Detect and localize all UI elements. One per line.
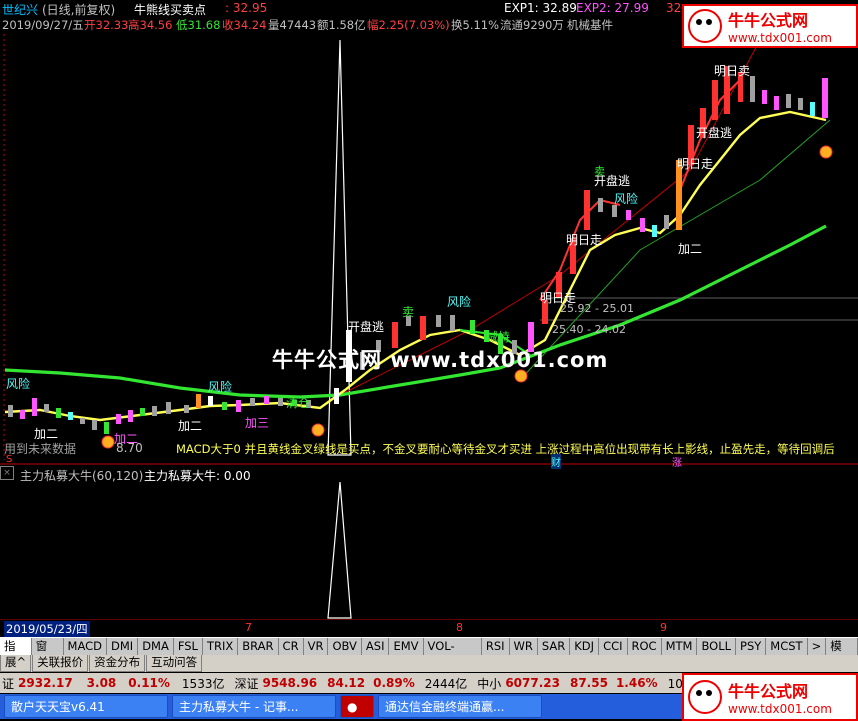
indicator-tab[interactable]: VOL-TDX bbox=[424, 638, 482, 670]
cow-logo-icon bbox=[688, 9, 722, 43]
bottom-sub-tabs: 展^ 关联报价 资金分布 互动问答 bbox=[0, 655, 858, 672]
indicator-tab[interactable]: MCST bbox=[766, 638, 808, 655]
taskbar-item-app-1[interactable]: 散户天天宝v6.41 bbox=[4, 695, 168, 718]
indicator-tab[interactable]: OBV bbox=[328, 638, 362, 655]
zx-index-pct: 1.46% bbox=[615, 676, 658, 690]
label-sell-2: 卖 bbox=[594, 165, 605, 178]
label-risk-3: 风险 bbox=[447, 295, 472, 309]
indicator-tab[interactable]: BOLL bbox=[697, 638, 737, 655]
sz-index-change: 84.12 bbox=[327, 676, 366, 690]
label-risk-1: 风险 bbox=[6, 377, 31, 391]
label-risk-4: 风险 bbox=[614, 192, 639, 206]
banner-strategy-text: MACD大于0 并且黄线金叉绿线是买点，不金叉要耐心等待金叉才买进 上涨过程中高… bbox=[176, 442, 835, 456]
sub-indicator-value: 主力私募大牛: 0.00 bbox=[144, 469, 251, 483]
logo-name: 牛牛公式网 bbox=[728, 682, 809, 701]
indicator-tab[interactable]: 模板 bbox=[826, 638, 858, 670]
pane-collapse-icon[interactable]: × bbox=[0, 466, 14, 480]
label-clear-position: 清仓 bbox=[286, 396, 311, 410]
axis-month-7: 7 bbox=[245, 621, 252, 634]
sz-index-amount: 2444亿 bbox=[424, 676, 468, 691]
indicator-tab[interactable]: KDJ bbox=[570, 638, 600, 655]
sub-indicator-title[interactable]: 主力私募大牛(60,120) bbox=[20, 467, 143, 484]
label-reduce: 减持 bbox=[486, 330, 511, 344]
cow-logo-icon bbox=[688, 680, 722, 714]
label-risk-2: 风险 bbox=[208, 380, 233, 394]
indicator-tab[interactable]: ROC bbox=[628, 638, 662, 655]
zx-index-change: 87.55 bbox=[569, 676, 608, 690]
sub-tab[interactable]: 互动问答 bbox=[146, 655, 203, 672]
axis-month-8: 8 bbox=[456, 621, 463, 634]
logo-url: www.tdx001.com bbox=[728, 31, 832, 45]
label-sell-1: 卖 bbox=[402, 305, 415, 319]
indicator-tab[interactable]: 窗口 bbox=[32, 638, 64, 670]
indicator-tab[interactable]: PSY bbox=[736, 638, 767, 655]
label-sell-tomorrow: 明日卖 bbox=[714, 64, 751, 78]
sh-index-pct: 0.11% bbox=[128, 676, 170, 690]
taskbar-item-label: 主力私募大牛 - 记事... bbox=[179, 700, 299, 714]
sz-index-value: 9548.96 bbox=[262, 676, 318, 690]
indicator-tab[interactable]: RSI bbox=[482, 638, 510, 655]
axis-date-cursor: 2019/05/23/四 bbox=[4, 621, 90, 637]
indicator-tab[interactable]: FSL bbox=[174, 638, 203, 655]
taskbar-item-icon[interactable]: ● bbox=[340, 695, 374, 718]
sub-tab[interactable]: 展^ bbox=[0, 655, 32, 672]
indicator-tab[interactable]: DMI bbox=[107, 638, 139, 655]
indicator-tab[interactable]: WR bbox=[510, 638, 538, 655]
label-add-2-b: 加二 bbox=[178, 419, 203, 433]
indicator-tab[interactable]: TRIX bbox=[203, 638, 239, 655]
label-open-escape-1: 开盘逃 bbox=[348, 320, 385, 334]
brand-logo-bottom: 牛牛公式网 www.tdx001.com bbox=[682, 673, 858, 721]
indicator-tab[interactable]: MACD bbox=[64, 638, 108, 655]
sub-tab[interactable]: 关联报价 bbox=[32, 655, 89, 672]
logo-url: www.tdx001.com bbox=[728, 702, 832, 716]
label-range-1: 25.92 - 25.01 bbox=[560, 302, 634, 315]
kline-chart[interactable] bbox=[0, 0, 858, 620]
indicator-tab[interactable]: MTM bbox=[662, 638, 698, 655]
spike-line-sub bbox=[327, 481, 352, 619]
brand-logo-top: 牛牛公式网 www.tdx001.com bbox=[682, 4, 858, 48]
label-add-3: 加三 bbox=[245, 416, 270, 430]
indicator-tab[interactable]: BRAR bbox=[238, 638, 279, 655]
indicator-tab[interactable]: CR bbox=[279, 638, 304, 655]
label-add-2-d: 加二 bbox=[678, 242, 703, 256]
indicator-tab-strip: 指标窗口MACDDMIDMAFSLTRIXBRARCRVROBVASIEMVVO… bbox=[0, 637, 858, 670]
watermark-text: 牛牛公式网 www.tdx001.com bbox=[272, 348, 609, 372]
label-leave-tomorrow-2: 明日走 bbox=[677, 157, 714, 171]
taskbar-item-label: 散户天天宝v6.41 bbox=[11, 700, 105, 714]
indicator-tab[interactable]: ASI bbox=[362, 638, 390, 655]
axis-month-9: 9 bbox=[660, 621, 667, 634]
indicator-tab[interactable]: CCI bbox=[599, 638, 628, 655]
app-icon: ● bbox=[347, 699, 358, 714]
logo-name: 牛牛公式网 bbox=[728, 11, 809, 30]
taskbar-item-notepad[interactable]: 主力私募大牛 - 记事... bbox=[172, 695, 336, 718]
sh-index-value: 2932.17 bbox=[18, 676, 73, 690]
sz-index-pct: 0.89% bbox=[373, 676, 415, 690]
sh-index-change: 3.08 bbox=[86, 676, 117, 690]
label-open-escape-3: 开盘逃 bbox=[696, 126, 733, 140]
indicator-tab[interactable]: 指标 bbox=[0, 638, 32, 670]
indicator-tab[interactable]: VR bbox=[304, 638, 329, 655]
indicator-tab[interactable]: EMV bbox=[389, 638, 424, 655]
label-future-data: 用到未来数据 bbox=[4, 442, 77, 456]
sub-tab[interactable]: 资金分布 bbox=[89, 655, 146, 672]
sz-label: 深证 bbox=[234, 676, 259, 691]
indicator-tab[interactable]: DMA bbox=[138, 638, 174, 655]
zx-label: 中小 bbox=[477, 676, 502, 691]
indicator-tab[interactable]: SAR bbox=[538, 638, 571, 655]
mark-rise: 涨 bbox=[672, 458, 682, 469]
sh-label: 证 bbox=[2, 676, 15, 691]
mark-finance: 财 bbox=[551, 454, 561, 469]
zx-index-value: 6077.23 bbox=[505, 676, 560, 690]
indicator-tab[interactable]: > bbox=[808, 638, 827, 655]
sh-index-amount: 1533亿 bbox=[181, 676, 225, 691]
label-range-2: 25.40 - 24.02 bbox=[552, 323, 626, 336]
taskbar-item-tdx[interactable]: 通达信金融终端通赢... bbox=[378, 695, 542, 718]
label-price-low: 8.70 bbox=[116, 441, 143, 455]
label-leave-tomorrow-1: 明日走 bbox=[566, 233, 603, 247]
taskbar-item-label: 通达信金融终端通赢... bbox=[385, 700, 505, 714]
mark-s: S bbox=[6, 454, 13, 465]
